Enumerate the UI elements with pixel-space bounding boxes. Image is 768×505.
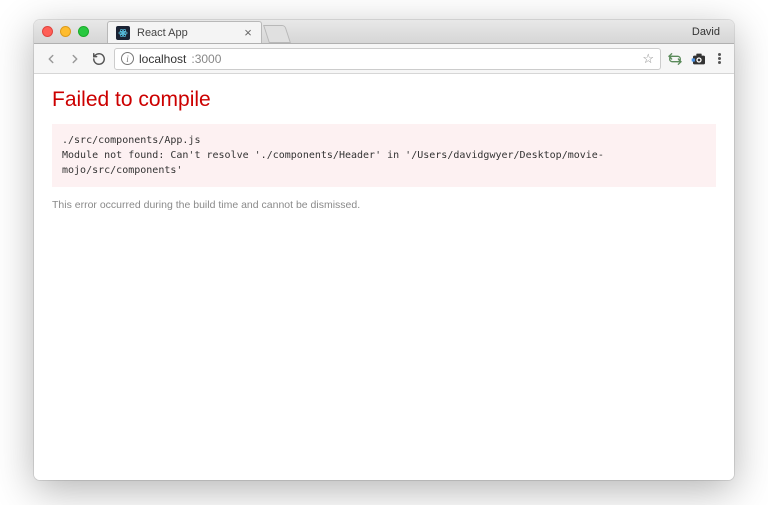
error-heading: Failed to compile <box>52 88 716 112</box>
site-info-icon[interactable]: i <box>121 52 134 65</box>
tab-strip: React App × <box>107 20 686 43</box>
browser-tab[interactable]: React App × <box>107 21 262 43</box>
toolbar-actions <box>667 51 726 67</box>
forward-button[interactable] <box>66 50 84 68</box>
tab-close-button[interactable]: × <box>243 28 253 38</box>
reload-button[interactable] <box>90 50 108 68</box>
close-window-button[interactable] <box>42 26 53 37</box>
address-bar[interactable]: i localhost :3000 ☆ <box>114 48 661 70</box>
browser-menu-button[interactable] <box>715 53 724 64</box>
extension-recycle-icon[interactable] <box>667 51 683 67</box>
extension-camera-icon[interactable] <box>691 51 707 67</box>
window-controls <box>42 26 89 37</box>
error-note: This error occurred during the build tim… <box>52 199 716 211</box>
profile-label[interactable]: David <box>686 26 726 38</box>
maximize-window-button[interactable] <box>78 26 89 37</box>
url-port: :3000 <box>191 52 221 66</box>
error-message: Module not found: Can't resolve './compo… <box>62 150 604 176</box>
url-host: localhost <box>139 52 186 66</box>
error-details: ./src/components/App.js Module not found… <box>52 124 716 187</box>
bookmark-star-icon[interactable]: ☆ <box>642 51 654 67</box>
error-file: ./src/components/App.js <box>62 135 200 146</box>
page-content: Failed to compile ./src/components/App.j… <box>34 74 734 480</box>
react-favicon-icon <box>116 26 130 40</box>
new-tab-button[interactable] <box>263 25 291 43</box>
browser-window: React App × David i localhost :3000 ☆ <box>34 20 734 480</box>
minimize-window-button[interactable] <box>60 26 71 37</box>
back-button[interactable] <box>42 50 60 68</box>
tab-title: React App <box>137 27 236 39</box>
titlebar: React App × David <box>34 20 734 44</box>
toolbar: i localhost :3000 ☆ <box>34 44 734 74</box>
